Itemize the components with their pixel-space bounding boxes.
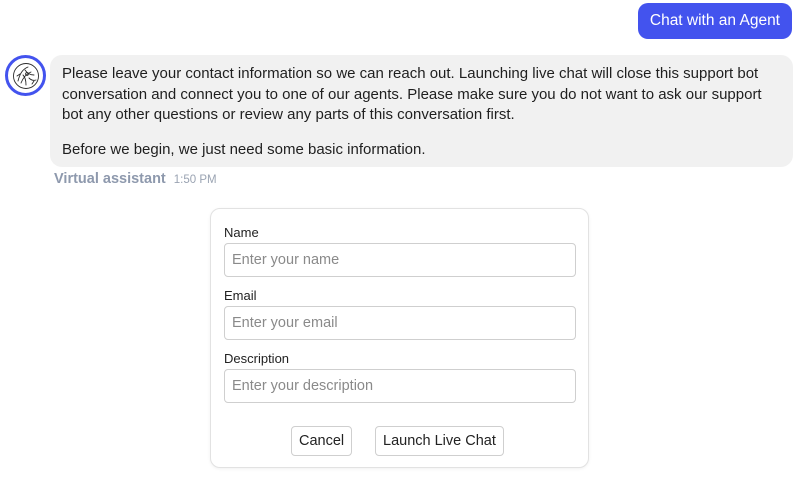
chat-transcript: Chat with an Agent Please leave your con…: [0, 0, 800, 480]
bot-message-paragraph: Before we begin, we just need some basic…: [62, 140, 426, 158]
bot-avatar: [5, 55, 46, 96]
assistant-sketch-icon: [12, 62, 39, 89]
email-label: Email: [224, 288, 257, 303]
email-input[interactable]: [224, 306, 576, 340]
bot-message-bubble: Please leave your contact information so…: [50, 55, 793, 167]
bot-message-paragraph: Please leave your contact information so…: [62, 65, 762, 123]
description-input[interactable]: [224, 369, 576, 403]
launch-live-chat-button[interactable]: Launch Live Chat: [375, 426, 504, 456]
description-label: Description: [224, 351, 290, 366]
cancel-button[interactable]: Cancel: [291, 426, 353, 456]
user-message-bubble: Chat with an Agent: [637, 3, 792, 39]
name-input[interactable]: [224, 243, 576, 277]
name-label: Name: [224, 225, 259, 240]
message-meta: Virtual assistant 1:50 PM: [54, 171, 217, 187]
contact-form-card: Name Email Description Cancel Launch Liv…: [210, 208, 589, 468]
sender-name: Virtual assistant: [54, 171, 166, 187]
message-timestamp: 1:50 PM: [173, 174, 217, 186]
